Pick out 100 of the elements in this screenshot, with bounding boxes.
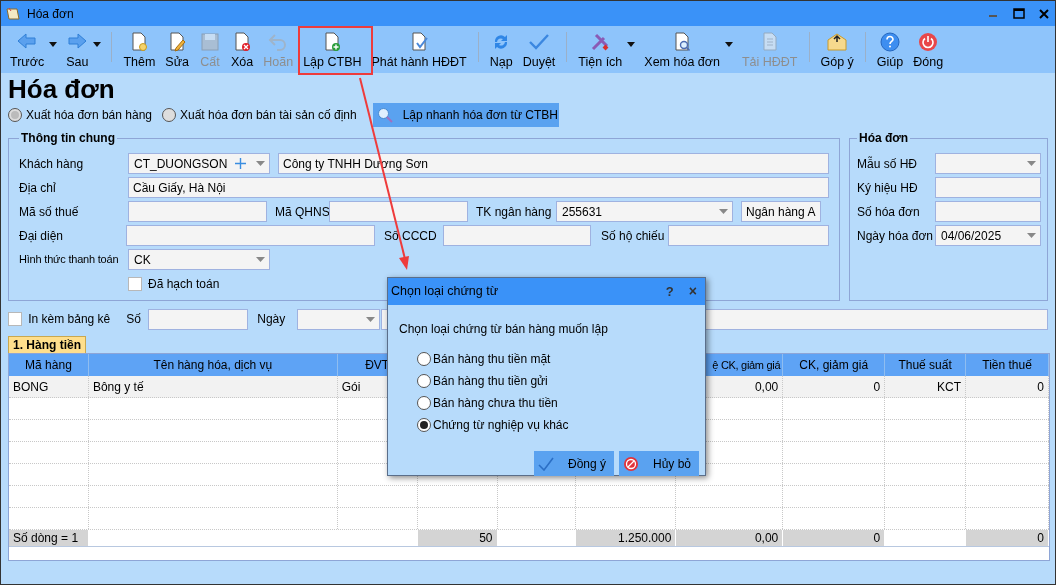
text-field[interactable]	[935, 201, 1041, 222]
table-cell: KCT	[885, 376, 967, 397]
field-label: Mã QHNS	[274, 203, 329, 221]
radio-button[interactable]	[417, 352, 431, 366]
radio-button[interactable]	[417, 418, 431, 432]
dropdown-caret-icon[interactable]	[93, 42, 102, 47]
cancel-button[interactable]: Hủy bỏ	[619, 451, 699, 476]
checkbox[interactable]	[128, 276, 142, 291]
save-icon	[199, 30, 222, 53]
tab[interactable]: 1. Hàng tiền	[8, 336, 86, 353]
power-icon	[917, 30, 940, 53]
summary-cell: 50	[417, 530, 498, 546]
ok-button[interactable]: Đồng ý	[534, 451, 614, 476]
field-label: In kèm bảng kê	[27, 311, 112, 328]
caret-icon	[1027, 161, 1036, 166]
radio-label: Xuất hóa đơn bán tài sản cố định	[180, 107, 357, 124]
caret-icon	[256, 257, 265, 262]
field-label: Số	[126, 311, 142, 328]
field-label: Khách hàng	[19, 155, 85, 173]
summary-cell: Số dòng = 1	[9, 530, 89, 546]
summary-cell: 0	[966, 530, 1049, 546]
dialog-title: Chọn loại chứng từ	[391, 283, 500, 301]
page-heading: Hóa đơn	[8, 74, 116, 104]
text-field[interactable]: Ngân hàng A	[741, 201, 821, 222]
dropdown-caret-icon[interactable]	[724, 42, 733, 47]
text-field[interactable]	[126, 225, 375, 246]
summary-cell: 1.250.000	[576, 530, 677, 546]
field-label: Ngày	[256, 311, 287, 328]
caret-icon	[256, 161, 265, 166]
close-button[interactable]: ×	[688, 281, 697, 302]
caret-icon	[719, 209, 728, 214]
dropdown-field[interactable]: CT_DUONGSON	[128, 153, 270, 174]
field-label: Đã hạch toán	[148, 275, 220, 293]
toolbar-button[interactable]: Thêm	[118, 27, 161, 72]
field-label: Ký hiệu HĐ	[857, 179, 919, 197]
radio-label: Bán hàng thu tiền mặt	[433, 351, 551, 368]
field-label: Địa chỉ	[19, 179, 57, 197]
help-button[interactable]: ?	[665, 281, 674, 302]
radio-label: Xuất hóa đơn bán hàng	[26, 107, 152, 124]
text-field[interactable]	[668, 225, 829, 246]
toolbar-button[interactable]: Nạp	[484, 27, 518, 72]
text-field[interactable]	[443, 225, 591, 246]
search-icon	[376, 107, 393, 123]
caret-icon	[1027, 233, 1036, 238]
radio-button[interactable]	[162, 108, 176, 122]
table-cell: 0	[966, 376, 1049, 397]
dropdown-field[interactable]	[297, 308, 381, 330]
text-field[interactable]	[148, 308, 249, 330]
toolbar-button[interactable]: Góp ý	[815, 27, 859, 72]
toolbar-button[interactable]: Tiện ích	[573, 27, 628, 72]
dropdown-field[interactable]: CK	[128, 249, 270, 270]
add-icon	[232, 157, 248, 170]
radio-label: Bán hàng thu tiền gửi	[433, 373, 548, 390]
text-field[interactable]	[128, 201, 267, 222]
field-label: TK ngân hàng	[475, 203, 553, 221]
field-label: Ngày hóa đơn	[857, 227, 934, 245]
radio-label: Bán hàng chưa thu tiền	[433, 395, 558, 412]
table-cell: BONG	[9, 376, 89, 397]
radio-button[interactable]	[8, 108, 22, 122]
table-cell: Bông y tế	[88, 376, 338, 397]
toolbar-button[interactable]: Duyệt	[517, 27, 561, 72]
dropdown-field[interactable]: 255631	[556, 201, 733, 222]
radio-button[interactable]	[417, 396, 431, 410]
toolbar-button[interactable]: Phát hành HĐĐT	[366, 27, 472, 72]
toolbar-button[interactable]: Đóng	[908, 27, 949, 72]
toolbar-button[interactable]: Lập CTBH	[298, 27, 367, 72]
field-label: Đại diện	[19, 227, 65, 245]
toolbar-button[interactable]: Trước	[5, 27, 50, 72]
toolbar-button[interactable]: Xem hóa đơn	[639, 27, 725, 72]
field-label: Số hóa đơn	[857, 203, 921, 221]
close-icon[interactable]	[1039, 8, 1049, 19]
toolbar-button[interactable]: Xóa	[226, 27, 259, 72]
app-icon	[5, 5, 21, 22]
quick-create-button[interactable]: Lập nhanh hóa đơn từ CTBH	[372, 103, 559, 127]
checkmark-icon	[538, 456, 554, 471]
cancel-icon	[623, 455, 639, 472]
dropdown-field[interactable]: 04/06/2025	[935, 225, 1041, 246]
help-icon	[879, 30, 902, 53]
toolbar-button[interactable]: Giúp	[871, 27, 909, 72]
field-label: Số CCCD	[383, 227, 438, 245]
maximize-icon[interactable]	[1013, 8, 1025, 19]
field-label: Mẫu số HĐ	[857, 155, 919, 173]
group-title: Hóa đơn	[858, 130, 910, 147]
dropdown-caret-icon[interactable]	[49, 42, 58, 47]
radio-button[interactable]	[417, 374, 431, 388]
text-field[interactable]: Cầu Giấy, Hà Nội	[128, 177, 829, 198]
field-label: Mã số thuế	[19, 203, 80, 221]
checkbox[interactable]	[8, 312, 23, 326]
dropdown-field[interactable]	[935, 153, 1041, 174]
toolbar-button[interactable]: Sửa	[160, 27, 195, 72]
field-label: Hình thức thanh toán	[19, 252, 120, 268]
toolbar-button[interactable]: Sau	[61, 27, 94, 72]
text-field[interactable]	[935, 177, 1041, 198]
field-label: Số hộ chiếu	[600, 227, 666, 245]
text-field[interactable]	[329, 201, 468, 222]
table-cell: 0	[783, 376, 886, 397]
group-title: Thông tin chung	[20, 130, 116, 147]
radio-label: Chứng từ nghiệp vụ khác	[433, 417, 569, 434]
dropdown-caret-icon[interactable]	[627, 42, 636, 47]
dialog-prompt: Chọn loại chứng từ bán hàng muốn lập	[399, 321, 609, 338]
